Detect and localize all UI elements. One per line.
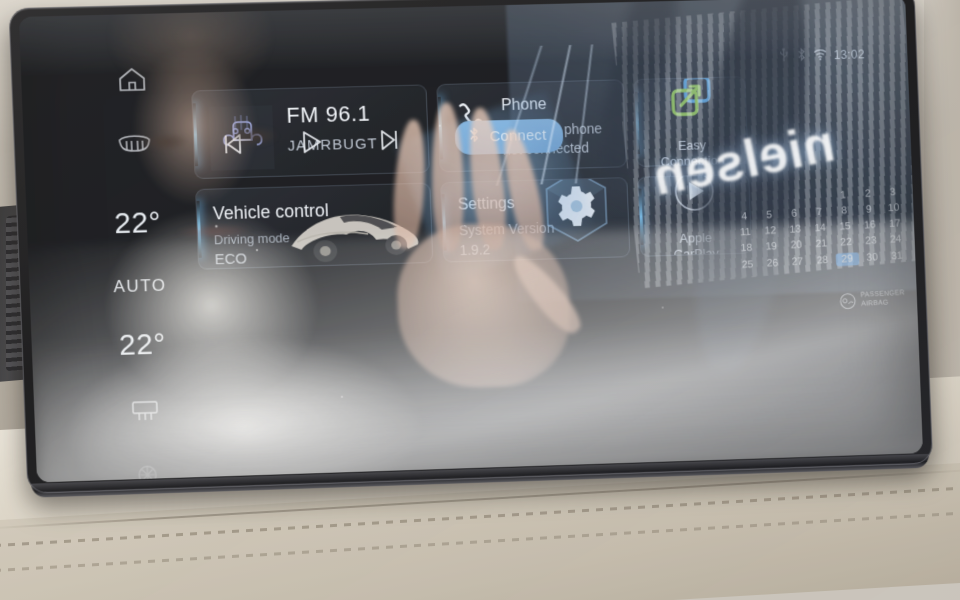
front-defrost-icon[interactable] <box>115 131 154 165</box>
easy-connection-icon <box>667 76 714 124</box>
home-icon[interactable] <box>117 66 148 99</box>
display-active-area[interactable]: 22° AUTO 22° 13:02 FM 96.1 JAMRBUGT Phon… <box>82 25 902 384</box>
radio-transport-controls[interactable] <box>194 126 429 165</box>
driver-temperature[interactable]: 22° <box>114 206 162 241</box>
usb-icon <box>778 47 789 65</box>
skip-next-icon[interactable] <box>376 127 403 158</box>
infotainment-display-unit[interactable]: 22° AUTO 22° 13:02 FM 96.1 JAMRBUGT Phon… <box>8 0 933 494</box>
connect-button-label: Connect <box>489 127 547 145</box>
radio-widget[interactable]: FM 96.1 JAMRBUGT <box>191 84 430 179</box>
gear-hexagon-icon <box>540 178 614 251</box>
display-glass[interactable]: 22° AUTO 22° 13:02 FM 96.1 JAMRBUGT Phon… <box>19 0 923 482</box>
play-circle-icon <box>671 174 718 219</box>
easy-connection-label-line1: Easy <box>678 137 707 153</box>
bluetooth-icon <box>796 47 807 65</box>
photo-of-car-infotainment-screen: 22° AUTO 22° 13:02 FM 96.1 JAMRBUGT Phon… <box>0 0 960 600</box>
radio-frequency: FM 96.1 <box>286 101 377 129</box>
apple-carplay-tile[interactable]: Apple CarPlay <box>637 174 752 257</box>
auto-mode-label[interactable]: AUTO <box>113 276 167 298</box>
car-silhouette-image <box>278 187 429 270</box>
play-icon[interactable] <box>297 128 326 162</box>
easy-connection-label-line2: Connection <box>660 153 725 167</box>
passenger-temperature[interactable]: 22° <box>118 328 166 363</box>
home-widget-grid: FM 96.1 JAMRBUGT Phone phone Connect Eas… <box>191 76 752 270</box>
wifi-icon <box>813 47 827 63</box>
climate-control-sidebar[interactable]: 22° AUTO 22° <box>89 65 189 436</box>
phone-widget[interactable]: Phone Bluetooth phone not connected Conn… <box>436 79 627 173</box>
phone-widget-title: Phone <box>501 95 609 116</box>
apple-carplay-label-line2: CarPlay <box>674 246 720 257</box>
bluetooth-icon <box>468 126 482 149</box>
apple-carplay-label: Apple CarPlay <box>673 230 719 257</box>
vehicle-control-widget[interactable]: Vehicle control Driving mode ECO <box>195 183 434 270</box>
status-bar: 13:02 <box>778 45 865 65</box>
settings-widget[interactable]: Settings System Version 1.9.2 <box>440 178 630 263</box>
rear-defrost-icon[interactable] <box>128 398 163 430</box>
status-clock: 13:02 <box>833 47 865 62</box>
apple-carplay-label-line1: Apple <box>679 230 712 246</box>
easy-connection-label: Easy Connection <box>660 137 725 168</box>
connect-button[interactable]: Connect <box>455 119 564 156</box>
skip-previous-icon[interactable] <box>220 131 247 163</box>
easy-connection-tile[interactable]: Easy Connection <box>634 76 749 167</box>
